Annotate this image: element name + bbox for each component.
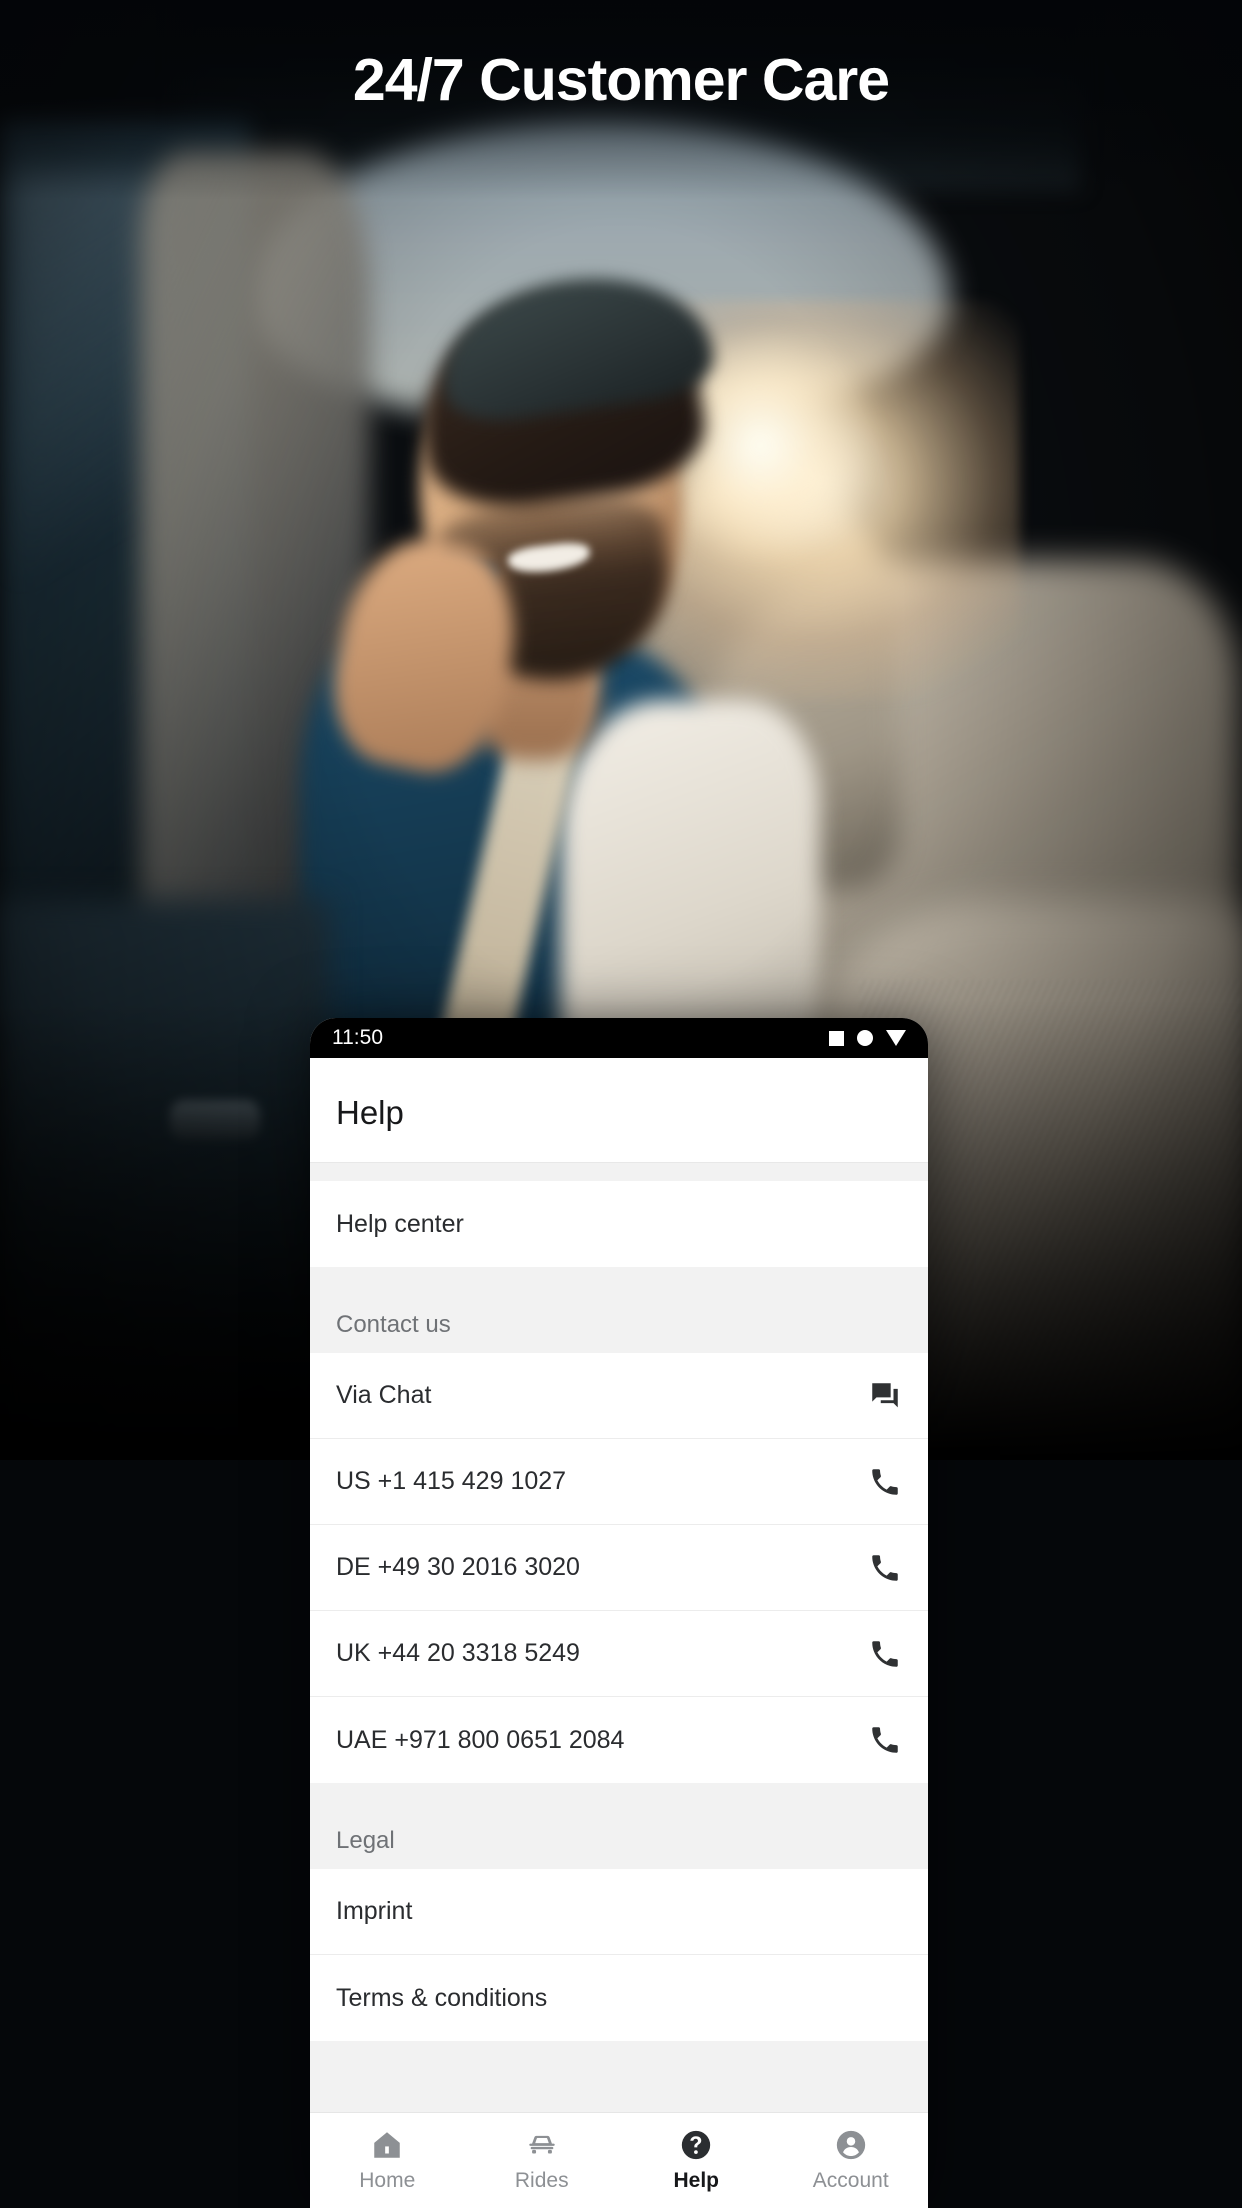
car-icon bbox=[529, 2135, 555, 2154]
nav-item-rides[interactable]: Rides bbox=[465, 2128, 620, 2193]
status-bar-icons bbox=[829, 1030, 906, 1046]
nav-item-home[interactable]: Home bbox=[310, 2128, 465, 2193]
nav-item-label: Help bbox=[673, 2169, 719, 2192]
hero-headline: 24/7 Customer Care bbox=[352, 47, 890, 113]
list-item-label: Terms & conditions bbox=[336, 1983, 548, 2012]
list-item-label: Via Chat bbox=[336, 1381, 432, 1409]
list-item-label: US +1 415 429 1027 bbox=[336, 1467, 567, 1495]
legal-card: Imprint Terms & conditions bbox=[310, 1869, 928, 2041]
nav-item-label: Account bbox=[812, 2169, 889, 2192]
list-item-imprint[interactable]: Imprint bbox=[310, 1869, 928, 1955]
list-item-label: UK +44 20 3318 5249 bbox=[336, 1639, 580, 1667]
page-title: Help bbox=[336, 1094, 404, 1131]
status-bar: 11:50 bbox=[310, 1018, 928, 1058]
list-item-phone-uae[interactable]: UAE +971 800 0651 2084 bbox=[310, 1697, 928, 1783]
app-title-bar: Help bbox=[310, 1058, 928, 1163]
phone-icon bbox=[872, 1640, 898, 1667]
list-item-label: Help center bbox=[336, 1209, 464, 1238]
section-heading-legal: Legal bbox=[310, 1801, 928, 1869]
triangle-down-icon bbox=[886, 1030, 906, 1046]
list-item-via-chat[interactable]: Via Chat bbox=[310, 1353, 928, 1439]
nav-item-help[interactable]: Help bbox=[619, 2128, 774, 2193]
list-item-phone-uk[interactable]: UK +44 20 3318 5249 bbox=[310, 1611, 928, 1697]
account-person-icon bbox=[836, 2130, 865, 2160]
phone-mockup: 11:50 Help Help center Contact us Via Ch… bbox=[310, 1018, 928, 2208]
help-center-card: Help center bbox=[310, 1181, 928, 1267]
list-item-label: UAE +971 800 0651 2084 bbox=[336, 1725, 625, 1754]
status-bar-time: 11:50 bbox=[332, 1026, 383, 1049]
phone-icon bbox=[872, 1727, 898, 1753]
nav-item-label: Home bbox=[359, 2169, 416, 2192]
circle-icon bbox=[857, 1030, 873, 1046]
list-item-label: Imprint bbox=[336, 1897, 413, 1925]
contact-us-card: Via Chat US +1 415 429 1027 DE +49 30 20… bbox=[310, 1353, 928, 1783]
phone-icon bbox=[872, 1554, 898, 1581]
list-item-phone-de[interactable]: DE +49 30 2016 3020 bbox=[310, 1525, 928, 1611]
list-item-label: DE +49 30 2016 3020 bbox=[336, 1553, 580, 1581]
spacer bbox=[310, 1267, 928, 1285]
list-item-help-center[interactable]: Help center bbox=[310, 1181, 928, 1267]
list-item-terms-conditions[interactable]: Terms & conditions bbox=[310, 1955, 928, 2041]
app-body: Help Help center Contact us Via Chat US … bbox=[310, 1058, 928, 2208]
promo-screenshot: 24/7 Customer Care 11:50 Help Help cente… bbox=[0, 0, 1242, 2208]
nav-item-label: Rides bbox=[514, 2169, 569, 2192]
square-icon bbox=[829, 1030, 844, 1046]
bottom-navigation-bar: Home Rides Help Account bbox=[310, 2112, 928, 2208]
nav-item-account[interactable]: Account bbox=[774, 2128, 929, 2193]
spacer bbox=[310, 1163, 928, 1181]
section-heading-contact-us: Contact us bbox=[310, 1285, 928, 1353]
help-question-icon bbox=[682, 2130, 711, 2160]
home-icon bbox=[374, 2132, 400, 2158]
list-item-phone-us[interactable]: US +1 415 429 1027 bbox=[310, 1439, 928, 1525]
spacer bbox=[310, 1783, 928, 1801]
chat-icon bbox=[872, 1382, 898, 1407]
phone-icon bbox=[872, 1468, 898, 1495]
